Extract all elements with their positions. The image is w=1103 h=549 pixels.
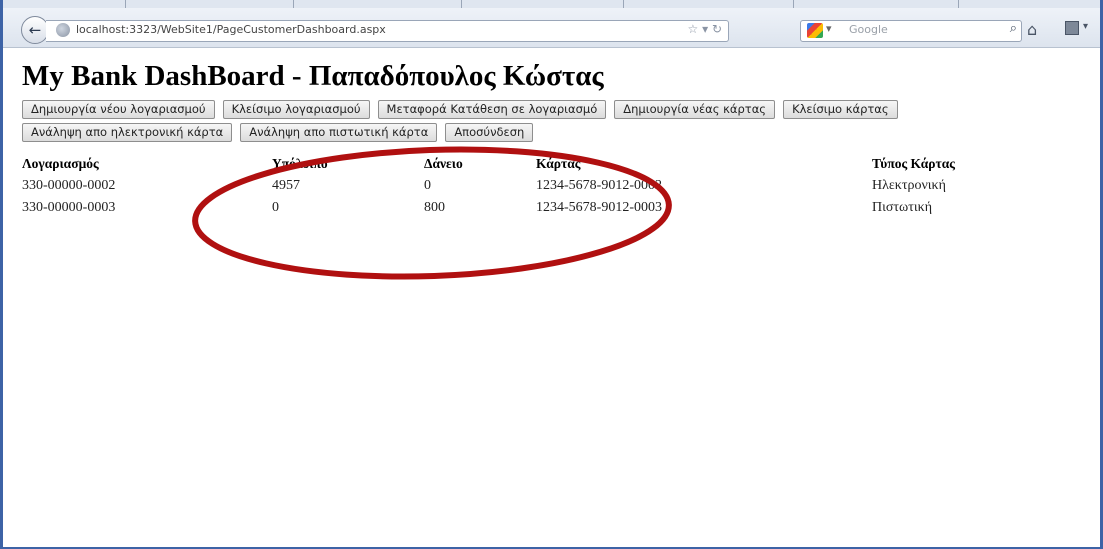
bookmark-star-icon[interactable]: ☆ ▾ ↻ <box>688 22 722 36</box>
header-balance: Υπόλοιπο <box>272 156 328 171</box>
address-bar[interactable]: localhost:3323/WebSite1/PageCustomerDash… <box>46 20 729 42</box>
action-buttons: Δημιουργία νέου λογαριασμού Κλείσιμο λογ… <box>22 100 1072 146</box>
cell-card: 1234-5678-9012-0002 <box>536 178 662 193</box>
table-row: 330-00000-0003 0 800 1234-5678-9012-0003… <box>22 197 1032 219</box>
google-icon[interactable] <box>807 23 823 38</box>
url-text: localhost:3323/WebSite1/PageCustomerDash… <box>76 23 386 36</box>
cell-balance: 0 <box>272 200 279 215</box>
cell-card-type: Ηλεκτρονική <box>872 178 946 193</box>
search-engine-dropdown-icon[interactable]: ▾ <box>826 22 832 35</box>
create-card-button[interactable]: Δημιουργία νέας κάρτας <box>614 100 776 119</box>
table-row: 330-00000-0002 4957 0 1234-5678-9012-000… <box>22 175 1032 197</box>
create-account-button[interactable]: Δημιουργία νέου λογαριασμού <box>22 100 215 119</box>
page-title: My Bank DashBoard - Παπαδόπουλος Κώστας <box>22 60 604 92</box>
navigation-bar: ← localhost:3323/WebSite1/PageCustomerDa… <box>3 8 1100 48</box>
search-placeholder: Google <box>849 23 888 36</box>
cell-balance: 4957 <box>272 178 300 193</box>
header-account: Λογαριασμός <box>22 156 99 171</box>
cell-loan: 0 <box>424 178 431 193</box>
cell-card-type: Πιστωτική <box>872 200 933 215</box>
cell-card: 1234-5678-9012-0003 <box>536 200 662 215</box>
header-loan: Δάνειο <box>424 156 463 171</box>
window-frame-left <box>0 0 3 549</box>
header-card-type: Τύπος Κάρτας <box>872 156 955 171</box>
search-icon[interactable]: ⌕ <box>1010 21 1017 36</box>
addon-icon[interactable] <box>1065 21 1079 35</box>
cell-account: 330-00000-0002 <box>22 178 116 193</box>
back-arrow-icon[interactable]: ← <box>21 16 49 44</box>
withdraw-credit-card-button[interactable]: Ανάληψη απο πιστωτική κάρτα <box>240 123 438 142</box>
transfer-deposit-button[interactable]: Μεταφορά Κατάθεση σε λογαριασμό <box>377 100 607 119</box>
logout-button[interactable]: Αποσύνδεση <box>445 123 534 142</box>
accounts-table: Λογαριασμός Υπόλοιπο Δάνειο Κάρτας Τύπος… <box>22 153 1032 219</box>
withdraw-electronic-card-button[interactable]: Ανάληψη απο ηλεκτρονική κάρτα <box>22 123 233 142</box>
search-box[interactable]: ▾ Google ⌕ <box>800 20 1022 42</box>
cell-loan: 800 <box>424 200 445 215</box>
close-card-button[interactable]: Κλείσιμο κάρτας <box>783 100 898 119</box>
header-card: Κάρτας <box>536 156 581 171</box>
tab-strip[interactable] <box>3 0 1100 8</box>
cell-account: 330-00000-0003 <box>22 200 116 215</box>
close-account-button[interactable]: Κλείσιμο λογαριασμού <box>222 100 370 119</box>
addon-dropdown-icon[interactable]: ▾ <box>1083 21 1088 32</box>
table-header-row: Λογαριασμός Υπόλοιπο Δάνειο Κάρτας Τύπος… <box>22 153 1032 175</box>
home-icon[interactable]: ⌂ <box>1027 20 1037 39</box>
globe-icon <box>56 23 70 37</box>
